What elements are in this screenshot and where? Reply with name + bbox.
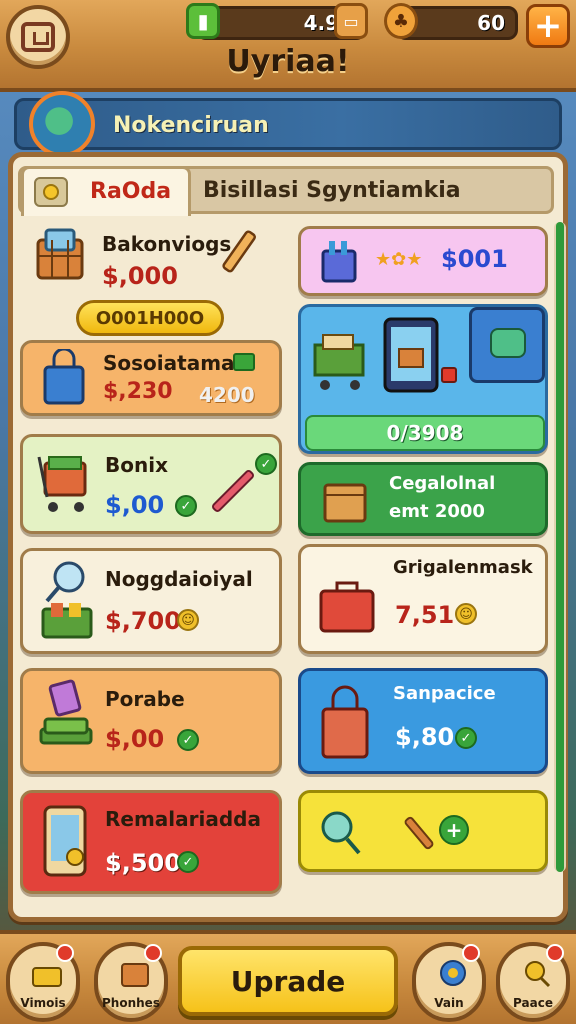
- check-icon: ✓: [177, 851, 199, 873]
- item-name: Remalariadda: [105, 807, 261, 831]
- nav-button-vain[interactable]: Vain: [412, 942, 486, 1022]
- nav-label: Vimois: [20, 996, 66, 1010]
- upgrade-button[interactable]: Uprade: [178, 946, 398, 1016]
- scrollbar-thumb[interactable]: [556, 222, 564, 872]
- item-price: $,000: [102, 262, 178, 290]
- plus-icon: +: [533, 6, 563, 46]
- smile-icon: ☺: [455, 603, 477, 625]
- shop-item-card[interactable]: Remalariadda $,500 ✓: [20, 790, 282, 894]
- compass-icon: [436, 958, 470, 988]
- item-name: Bakonviogs: [102, 232, 232, 256]
- item-price: $,230: [103, 379, 173, 404]
- basket-icon: [30, 958, 64, 988]
- shop-item-card[interactable]: Sanpacice $,80 ✓: [298, 668, 548, 774]
- check-icon: ✓: [455, 727, 477, 749]
- notification-badge: [144, 944, 162, 962]
- item-name: Cegalolnal: [389, 473, 496, 494]
- search-icon: [315, 807, 363, 857]
- item-price: $,00: [105, 725, 165, 753]
- item-subtitle: emt 2000: [389, 501, 485, 522]
- item-extra-price: 4200: [199, 383, 255, 407]
- gift-icon: [490, 328, 526, 358]
- section-banner: Nokenciruan: [14, 91, 562, 157]
- item-price: $001: [441, 245, 508, 273]
- jar-icon: [319, 237, 359, 285]
- shopping-bag-icon: [39, 349, 89, 407]
- notification-badge: [546, 944, 564, 962]
- item-name: Sanpacice: [393, 683, 496, 704]
- nav-label: Phonhes: [102, 996, 160, 1010]
- item-name: Noggdaioiyal: [105, 567, 253, 591]
- featured-item-panel[interactable]: 0/3908: [298, 304, 548, 454]
- item-name: Bonix: [105, 453, 168, 477]
- basket-icon: [32, 226, 88, 284]
- tab-secondary[interactable]: Bisillasi Sgyntiamkia: [203, 178, 461, 203]
- shop-item-card[interactable]: Bonix $,00 ✓ ✓: [20, 434, 282, 534]
- box-icon: [319, 471, 371, 527]
- item-name: Sosoiatamal: [103, 351, 242, 375]
- progress-bar: 0/3908: [305, 415, 545, 451]
- check-icon: ✓: [177, 729, 199, 751]
- pencil-icon: [216, 226, 264, 278]
- shop-item-card[interactable]: Porabe $,00 ✓: [20, 668, 282, 774]
- shop-item-card[interactable]: Noggdaioiyal $,700 ☺: [20, 548, 282, 654]
- briefcase-icon: [315, 571, 379, 641]
- item-price: $,700: [105, 607, 181, 635]
- coin-tab-icon: [34, 177, 68, 207]
- section-banner-label: Nokenciruan: [113, 113, 269, 138]
- shop-item-card[interactable]: +: [298, 790, 548, 872]
- item-price: $,500: [105, 849, 181, 877]
- battery-icon: ▮: [186, 3, 220, 39]
- brush-icon: [203, 461, 263, 521]
- cart-icon: [35, 449, 93, 519]
- shopping-bag-icon: [315, 685, 375, 765]
- pet-icon: ♣: [384, 3, 418, 39]
- box-icon: [118, 958, 152, 988]
- progress-label: 0/3908: [386, 421, 464, 445]
- message-icon: [233, 353, 255, 371]
- game-title: Uyriaa!: [226, 44, 350, 79]
- item-name: Grigalenmask: [393, 557, 533, 578]
- add-icon[interactable]: +: [439, 815, 469, 845]
- item-price: $,80: [395, 723, 455, 751]
- tab-active-label: RaOda: [90, 179, 172, 204]
- cash-stack-icon: [35, 679, 99, 769]
- tab-active[interactable]: RaOda: [21, 166, 191, 216]
- ticket-icon: ▭: [334, 3, 368, 39]
- shop-item-card[interactable]: ★✿★ $001: [298, 226, 548, 296]
- upgrade-label: Uprade: [230, 964, 346, 998]
- item-price: 7,51: [395, 601, 455, 629]
- shop-item-card[interactable]: Sosoiatamal $,230 4200: [20, 340, 282, 416]
- nav-button-phonhes[interactable]: Phonhes: [94, 942, 168, 1022]
- shop-item-card[interactable]: Cegalolnal emt 2000: [298, 462, 548, 536]
- item-price: $,00: [105, 491, 165, 519]
- nav-button-vimois[interactable]: Vimois: [6, 942, 80, 1022]
- wrench-icon: [397, 813, 441, 853]
- item-name: Porabe: [105, 687, 185, 711]
- smile-icon: ☺: [177, 609, 199, 631]
- phone-icon: [35, 801, 95, 885]
- add-currency-button[interactable]: +: [526, 4, 570, 48]
- notification-badge: [462, 944, 480, 962]
- top-bar: 4.90 ▮ ▭ 60 ♣ + Uyriaa!: [0, 0, 576, 92]
- globe-icon: [29, 91, 95, 157]
- tablet-icon: [379, 315, 443, 397]
- tab-bar: RaOda Bisillasi Sgyntiamkia: [18, 166, 554, 216]
- search-icon: [520, 958, 554, 988]
- shop-item-card[interactable]: Bakonviogs $,000: [20, 222, 282, 298]
- promo-ribbon: O001H00O: [76, 300, 224, 336]
- nav-button-paace[interactable]: Paace: [496, 942, 570, 1022]
- shop-item-card[interactable]: Grigalenmask 7,51 ☺: [298, 544, 548, 654]
- promo-ribbon-label: O001H00O: [95, 307, 205, 329]
- stars-icon: ★✿★: [375, 249, 423, 270]
- notification-badge: [56, 944, 74, 962]
- check-icon: ✓: [175, 495, 197, 517]
- nav-label: Vain: [434, 996, 464, 1010]
- cart-icon: [307, 325, 373, 395]
- currency-value: 60: [477, 11, 505, 35]
- nav-label: Paace: [513, 996, 553, 1010]
- magnifier-icon: [35, 557, 99, 647]
- gift-tile[interactable]: [469, 307, 545, 383]
- tag-icon: [441, 367, 457, 383]
